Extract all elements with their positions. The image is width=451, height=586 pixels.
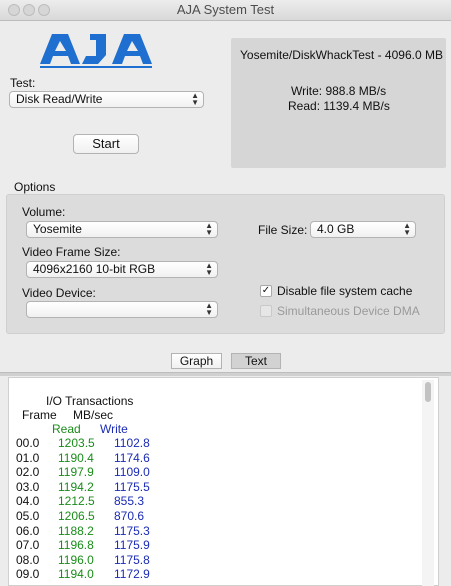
log-row-read: 1190.4 [58,450,94,465]
test-label: Test: [10,76,36,90]
test-select[interactable]: Disk Read/Write ▲ ▼ [9,91,204,108]
updown-chevron-icon: ▲ ▼ [205,261,213,277]
log-heading: I/O Transactions [46,394,134,408]
aja-logo [40,34,152,68]
file-size-select[interactable]: 4.0 GB ▲ ▼ [310,221,416,238]
window-title: AJA System Test [176,2,275,17]
log-row-write: 1175.9 [114,538,150,553]
log-scrollbar-thumb[interactable] [425,382,431,402]
device-dma-label: Simultaneous Device DMA [277,304,420,318]
log-row-read: 1206.5 [58,509,95,523]
log-row-frame: 00.0 [16,436,40,450]
results-file: Yosemite/DiskWhackTest - 4096.0 MB [240,48,443,62]
log-row-write: 1172.9 [114,567,150,582]
options-title: Options [14,180,56,194]
disable-cache-checkbox[interactable]: ✓ [260,285,272,297]
log-row-frame: 09.0 [16,567,40,582]
log-row-read: 1197.9 [58,465,94,480]
log-row-read: 1212.5 [58,494,95,509]
frame-size-label: Video Frame Size: [22,245,121,259]
log-row-read: 1194.0 [58,567,94,582]
log-row-read: 1194.2 [58,479,94,494]
log-col-frame: Frame [22,408,57,422]
video-device-select[interactable]: ▲ ▼ [26,301,218,318]
log-row-frame: 02.0 [16,465,40,480]
log-row-write: 1102.8 [114,436,150,450]
tab-text[interactable]: Text [231,353,281,369]
disable-cache-label: Disable file system cache [277,284,413,298]
device-dma-checkbox[interactable] [260,305,272,317]
updown-chevron-icon: ▲ ▼ [191,91,199,107]
file-size-label: File Size: [258,223,308,237]
updown-chevron-icon: ▲ ▼ [205,221,213,237]
log-row-write: 1109.0 [114,465,150,480]
volume-label: Volume: [22,205,66,219]
log-row-read: 1188.2 [58,523,94,538]
log-row-write: 855.3 [114,494,145,509]
split-divider[interactable] [0,372,451,376]
log-col-read: Read [52,422,81,436]
log-row-frame: 07.0 [16,538,40,553]
log-row-write: 1174.6 [114,450,150,465]
video-device-label: Video Device: [22,286,96,300]
results-panel: Yosemite/DiskWhackTest - 4096.0 MB Write… [231,38,446,168]
start-button[interactable]: Start [73,134,139,154]
volume-select-value: Yosemite [33,222,82,236]
updown-chevron-icon: ▲ ▼ [205,301,213,317]
log-row-write: 1175.8 [114,552,150,567]
tab-graph[interactable]: Graph [171,353,222,369]
log-row-write: 1175.5 [114,479,150,494]
log-row-frame: 01.0 [16,450,40,465]
log-row-frame: 08.0 [16,552,40,567]
log-col-mbsec: MB/sec [73,408,114,422]
log-row-write: 870.6 [114,509,145,523]
log-row-frame: 05.0 [16,509,40,523]
test-select-value: Disk Read/Write [16,92,103,106]
log-row-frame: 04.0 [16,494,40,509]
log-row-frame: 06.0 [16,523,40,538]
updown-chevron-icon: ▲ ▼ [403,221,411,237]
file-size-select-value: 4.0 GB [317,222,355,236]
frame-size-select-value: 4096x2160 10-bit RGB [33,262,156,276]
log-scrollbar[interactable] [422,380,434,586]
volume-select[interactable]: Yosemite ▲ ▼ [26,221,218,238]
results-write: Write: 988.8 MB/s [291,84,387,98]
log-row-write: 1175.3 [114,523,150,538]
results-read: Read: 1139.4 MB/s [288,99,390,113]
log-row-read: 1203.5 [58,436,95,450]
frame-size-select[interactable]: 4096x2160 10-bit RGB ▲ ▼ [26,261,218,278]
log-col-write: Write [100,422,128,436]
log-row-read: 1196.0 [58,552,94,567]
log-row-frame: 03.0 [16,479,40,494]
log-row-read: 1196.8 [58,538,94,553]
